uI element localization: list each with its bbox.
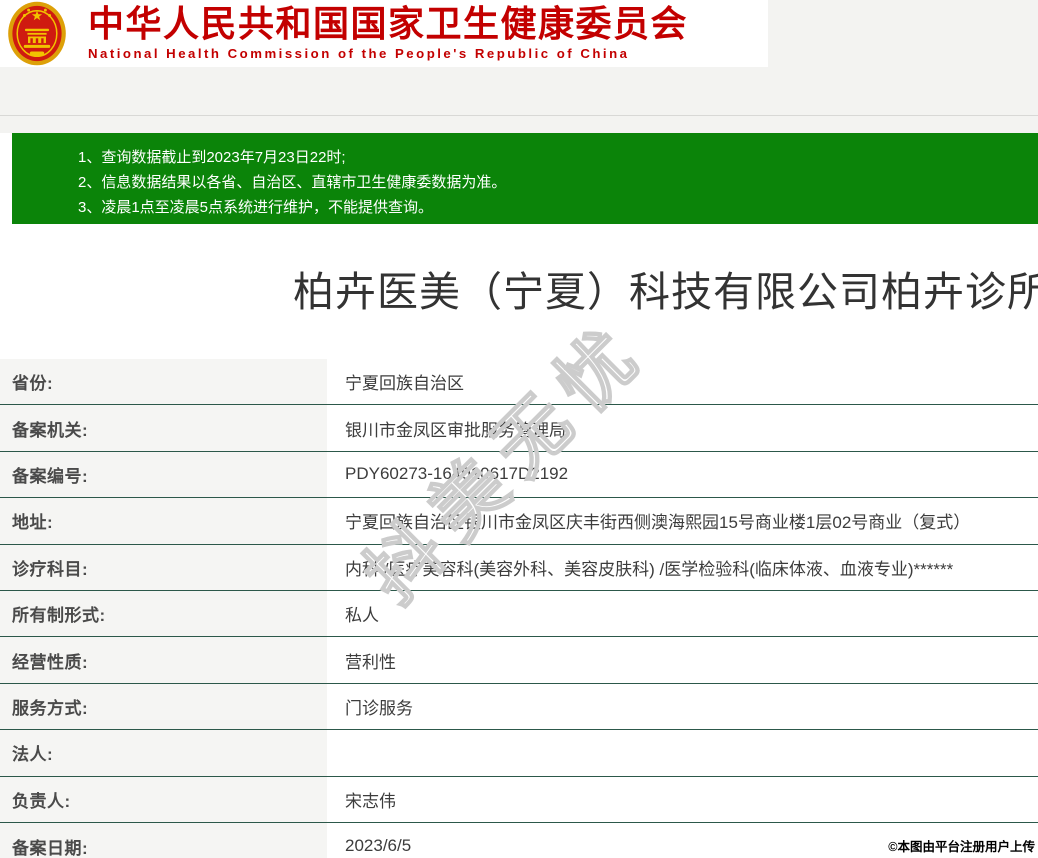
org-name-zh: 中华人民共和国国家卫生健康委员会 [88, 4, 688, 44]
field-label: 备案日期: [0, 823, 327, 858]
field-label: 所有制形式: [0, 591, 327, 636]
notice-line-3: 3、凌晨1点至凌晨5点系统进行维护，不能提供查询。 [78, 195, 1038, 220]
field-value: 宁夏回族自治区 [327, 359, 1038, 404]
record-table: 省份: 宁夏回族自治区 备案机关: 银川市金凤区审批服务管理局 备案编号: PD… [0, 359, 1038, 858]
field-value: 银川市金凤区审批服务管理局 [327, 405, 1038, 450]
page: 中华人民共和国国家卫生健康委员会 National Health Commiss… [0, 0, 1038, 858]
institution-title: 柏卉医美（宁夏）科技有限公司柏卉诊所 [293, 258, 1038, 318]
field-label: 备案编号: [0, 452, 327, 497]
table-row-ownership: 所有制形式: 私人 [0, 591, 1038, 637]
field-value: PDY60273-164010617D2192 [327, 452, 1038, 497]
site-header: 中华人民共和国国家卫生健康委员会 National Health Commiss… [0, 0, 768, 67]
field-value: 私人 [327, 591, 1038, 636]
field-value: 宁夏回族自治区银川市金凤区庆丰街西侧澳海熙园15号商业楼1层02号商业（复式） [327, 498, 1038, 543]
org-name-block: 中华人民共和国国家卫生健康委员会 National Health Commiss… [88, 4, 688, 61]
field-value: 宋志伟 [327, 777, 1038, 822]
table-row-legal-person: 法人: [0, 730, 1038, 776]
field-label: 备案机关: [0, 405, 327, 450]
table-row-address: 地址: 宁夏回族自治区银川市金凤区庆丰街西侧澳海熙园15号商业楼1层02号商业（… [0, 498, 1038, 544]
field-label: 地址: [0, 498, 327, 543]
org-name-en: National Health Commission of the People… [88, 46, 688, 61]
field-value: 内科 /医疗美容科(美容外科、美容皮肤科) /医学检验科(临床体液、血液专业)*… [327, 545, 1038, 590]
copyright-note: ©本图由平台注册用户上传 [888, 836, 1035, 855]
table-row-province: 省份: 宁夏回族自治区 [0, 359, 1038, 405]
field-label: 经营性质: [0, 637, 327, 682]
china-national-emblem-icon [7, 1, 67, 66]
field-value: 门诊服务 [327, 684, 1038, 729]
notice-line-1: 1、查询数据截止到2023年7月23日22时; [78, 145, 1038, 170]
field-value: 营利性 [327, 637, 1038, 682]
field-label: 诊疗科目: [0, 545, 327, 590]
field-label: 法人: [0, 730, 327, 775]
field-label: 负责人: [0, 777, 327, 822]
table-row-service-mode: 服务方式: 门诊服务 [0, 684, 1038, 730]
notice-line-2: 2、信息数据结果以各省、自治区、直辖市卫生健康委数据为准。 [78, 170, 1038, 195]
table-row-departments: 诊疗科目: 内科 /医疗美容科(美容外科、美容皮肤科) /医学检验科(临床体液、… [0, 545, 1038, 591]
table-row-filing-date: 备案日期: 2023/6/5 [0, 823, 1038, 858]
field-label: 服务方式: [0, 684, 327, 729]
table-row-person-in-charge: 负责人: 宋志伟 [0, 777, 1038, 823]
table-row-filing-number: 备案编号: PDY60273-164010617D2192 [0, 452, 1038, 498]
header-divider [0, 115, 1038, 116]
notice-banner: 1、查询数据截止到2023年7月23日22时; 2、信息数据结果以各省、自治区、… [12, 133, 1038, 224]
table-row-business-nature: 经营性质: 营利性 [0, 637, 1038, 683]
field-value [327, 730, 1038, 775]
table-row-filing-authority: 备案机关: 银川市金凤区审批服务管理局 [0, 405, 1038, 451]
field-label: 省份: [0, 359, 327, 404]
